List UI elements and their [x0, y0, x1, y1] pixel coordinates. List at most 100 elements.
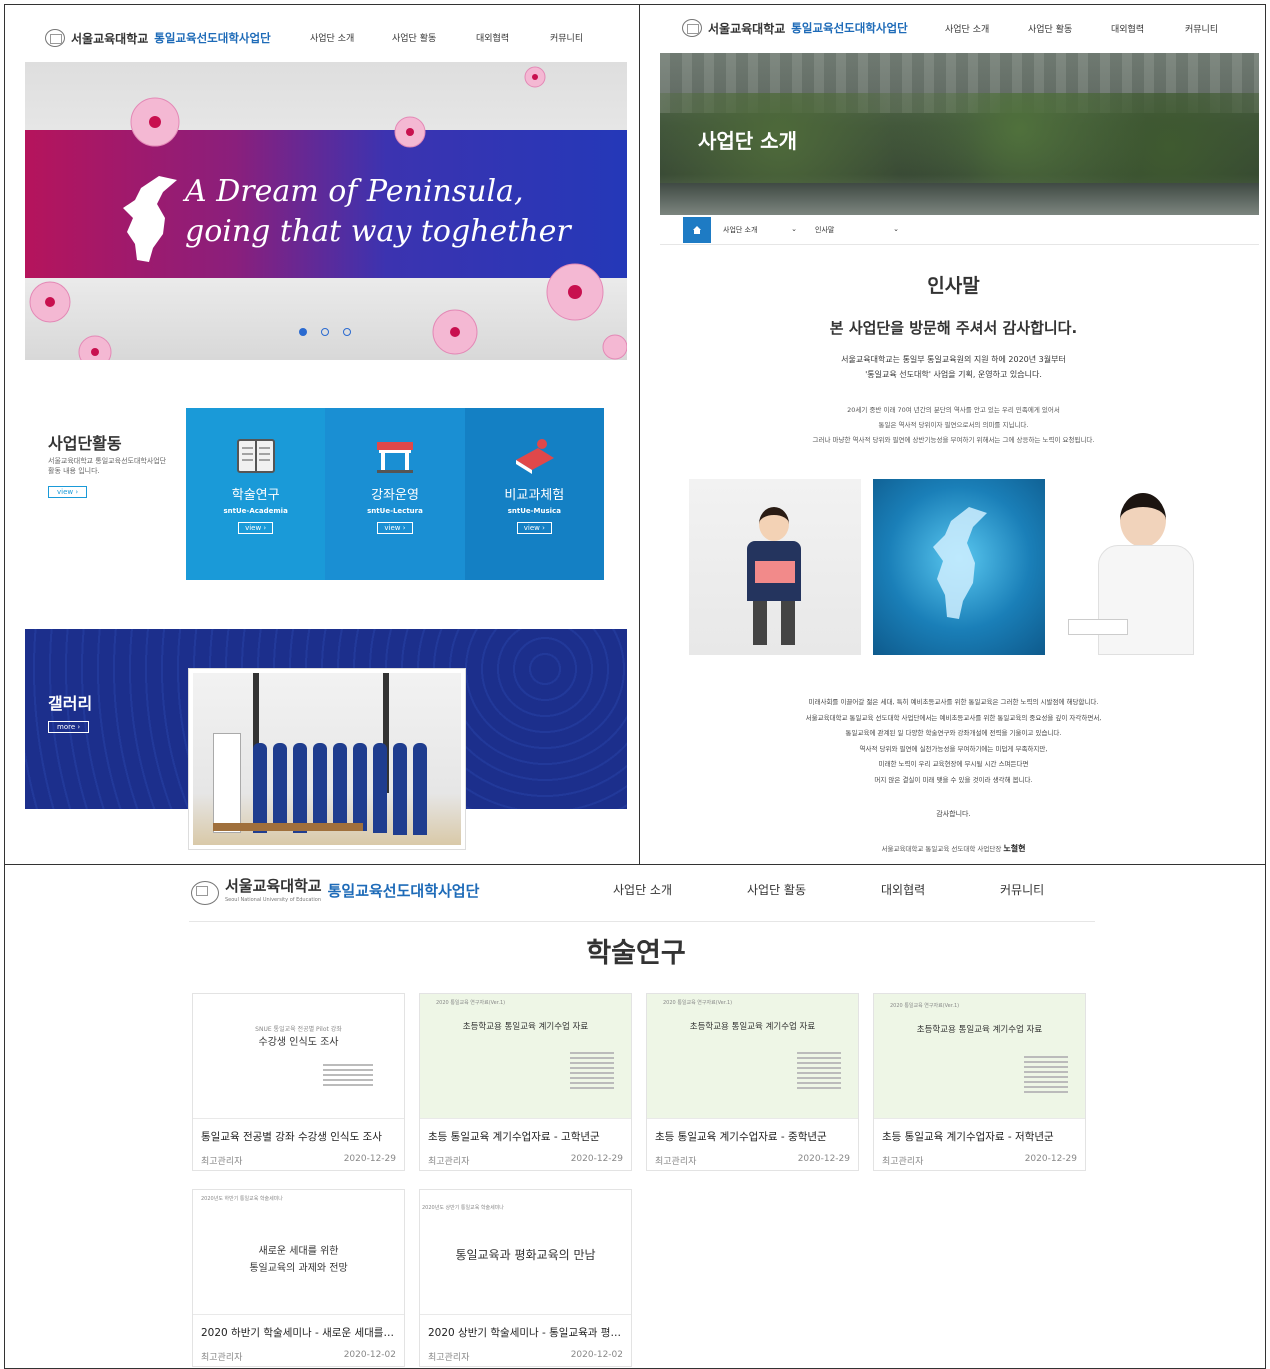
- page-subheading: 본 사업단을 방문해 주셔서 감사합니다.: [829, 319, 1078, 337]
- main-nav: 사업단 소개 사업단 활동 대외협력 커뮤니티: [945, 22, 1218, 35]
- thumb-caption: 2020 통일교육 연구자료(Ver.1): [436, 1000, 506, 1006]
- hero-slogan-line1: A Dream of Peninsula,: [185, 174, 524, 209]
- thumb-title-line2: 통일교육의 과제와 전망: [249, 1263, 348, 1274]
- academic-screenshot: 서울교육대학교 Seoul National University of Edu…: [4, 864, 1266, 1369]
- tile-experience-view-label: view: [523, 524, 540, 532]
- nav-item-activity[interactable]: 사업단 활동: [747, 881, 881, 898]
- gazebo-icon: [376, 442, 413, 473]
- thumb-caption: SNUE 통일교육 전공별 Pilot 강좌: [255, 1026, 342, 1033]
- university-emblem-icon: [682, 19, 702, 37]
- activity-tiles: 학술연구 sntUe-Academia view › 강좌운영 sntUe-Le…: [186, 408, 604, 580]
- message-paragraph: 미래사회를 이끌어갈 젊은 세대, 특히 예비초등교사를 위한 통일교육은 그러…: [640, 695, 1265, 788]
- logo-unit-name: 통일교육선도대학사업단: [327, 881, 480, 900]
- site-logo[interactable]: 서울교육대학교 Seoul National University of Edu…: [191, 879, 479, 907]
- thumb-title: 초등학교용 통일교육 계기수업 자료: [916, 1025, 1043, 1035]
- intro-line1: 서울교육대학교는 통일부 통일교육원의 지원 하에 2020년 3월부터: [841, 355, 1066, 364]
- site-logo[interactable]: 서울교육대학교 통일교육선도대학사업단: [682, 19, 908, 37]
- tile-academic-view-label: view: [245, 524, 262, 532]
- tile-experience[interactable]: 비교과체험 sntUe-Musica view ›: [464, 408, 604, 580]
- tile-lecture[interactable]: 강좌운영 sntUe-Lectura view ›: [325, 408, 465, 580]
- thumb-caption: 2020 통일교육 연구자료(Ver.1): [663, 1000, 733, 1006]
- card-author: 최고관리자: [428, 1353, 470, 1363]
- logo-university-name: 서울교육대학교: [708, 21, 786, 36]
- thumb-author-lines: [797, 1052, 841, 1092]
- photo-woman-with-pen: [1058, 479, 1230, 655]
- gallery-photo[interactable]: [188, 668, 466, 850]
- card-title: 2020 상반기 학술세미나 - 통일교육과 평…: [428, 1327, 621, 1339]
- research-card[interactable]: 2020년도 하반기 통일교육 학술세미나 새로운 세대를 위한 통일교육의 과…: [192, 1189, 405, 1367]
- nav-item-cooperation[interactable]: 대외협력: [476, 31, 550, 44]
- header-divider: [189, 921, 1095, 922]
- gallery-more-button[interactable]: more ›: [48, 721, 90, 733]
- activity-view-button[interactable]: view ›: [48, 486, 88, 498]
- thumb-title: 새로운 세대를 위한: [258, 1246, 339, 1257]
- activity-view-label: view: [57, 488, 74, 496]
- thumb-title: 초등학교용 통일교육 계기수업 자료: [462, 1022, 589, 1032]
- nav-item-about[interactable]: 사업단 소개: [613, 881, 747, 898]
- card-thumbnail: 2020 통일교육 연구자료(Ver.1) 초등학교용 통일교육 계기수업 자료: [874, 994, 1085, 1119]
- signature-title: 서울교육대학교 통일교육 선도대학 사업단장: [881, 845, 1002, 853]
- thumb-title: 통일교육과 평화교육의 만남: [455, 1248, 596, 1262]
- nav-item-about[interactable]: 사업단 소개: [310, 31, 392, 44]
- research-card[interactable]: SNUE 통일교육 전공별 Pilot 강좌 수강생 인식도 조사 통일교육 전…: [192, 993, 405, 1171]
- nav-item-community[interactable]: 커뮤니티: [1000, 881, 1044, 898]
- card-author: 최고관리자: [428, 1157, 470, 1167]
- banner-title: 사업단 소개: [698, 129, 797, 153]
- breadcrumb: 사업단 소개 ⌄ 인사말 ⌄: [683, 217, 903, 243]
- slider-dot-1[interactable]: [299, 328, 307, 336]
- nav-item-community[interactable]: 커뮤니티: [550, 31, 583, 44]
- slider-dot-2[interactable]: [321, 328, 329, 336]
- main-nav: 사업단 소개 사업단 활동 대외협력 커뮤니티: [310, 31, 583, 44]
- page-title: 학술연구: [586, 938, 686, 969]
- activity-section-title: 사업단활동: [48, 434, 122, 453]
- book-icon: [236, 439, 275, 473]
- thumb-title: 수강생 인식도 조사: [258, 1037, 339, 1048]
- card-thumbnail: SNUE 통일교육 전공별 Pilot 강좌 수강생 인식도 조사: [193, 994, 404, 1119]
- breadcrumb-select-section[interactable]: 사업단 소개 ⌄: [711, 225, 803, 235]
- card-title: 2020 하반기 학술세미나 - 새로운 세대를…: [201, 1327, 394, 1339]
- nav-item-community[interactable]: 커뮤니티: [1185, 22, 1218, 35]
- message-line4: 역사적 당위와 필연에 실천가능성을 부여하기에는 미덥게 부족하지만,: [859, 744, 1048, 753]
- university-emblem-icon: [45, 29, 65, 47]
- logo-unit-name: 통일교육선도대학사업단: [154, 31, 271, 45]
- research-card[interactable]: 2020년도 상반기 통일교육 학술세미나 통일교육과 평화교육의 만남 202…: [419, 1189, 632, 1367]
- signature-name: 노철현: [1003, 844, 1026, 853]
- tile-experience-view-button[interactable]: view ›: [516, 522, 552, 534]
- history-line2: 통일은 역사적 당위이자 필연으로서의 의미를 지닙니다.: [878, 421, 1029, 429]
- history-line3: 그러나 마냥한 역사적 당위와 필연에 상반기능성을 부여하기 위해서는 그에 …: [812, 436, 1095, 444]
- tile-lecture-title: 강좌운영: [371, 488, 419, 503]
- message-line1: 미래사회를 이끌어갈 젊은 세대, 특히 예비초등교사를 위한 통일교육은 그러…: [808, 698, 1099, 706]
- korean-peninsula-icon: [123, 176, 177, 262]
- thumb-caption: 2020년도 상반기 통일교육 학술세미나: [422, 1205, 504, 1211]
- home-button[interactable]: [683, 217, 711, 243]
- tile-academic[interactable]: 학술연구 sntUe-Academia view ›: [186, 408, 326, 580]
- research-card[interactable]: 2020 통일교육 연구자료(Ver.1) 초등학교용 통일교육 계기수업 자료…: [873, 993, 1086, 1171]
- gallery-more-label: more: [57, 723, 76, 731]
- nav-item-cooperation[interactable]: 대외협력: [881, 881, 1000, 898]
- site-logo[interactable]: 서울교육대학교 통일교육선도대학사업단: [45, 29, 271, 47]
- main-nav: 사업단 소개 사업단 활동 대외협력 커뮤니티: [613, 881, 1044, 898]
- tile-lecture-sub: sntUe-Lectura: [367, 507, 423, 515]
- photo-korean-peninsula-lights: [873, 479, 1045, 655]
- tile-experience-title: 비교과체험: [504, 488, 565, 503]
- breadcrumb-select-page[interactable]: 인사말 ⌄: [803, 225, 903, 235]
- thumb-caption: 2020년도 하반기 통일교육 학술세미나: [201, 1196, 283, 1202]
- research-card[interactable]: 2020 통일교육 연구자료(Ver.1) 초등학교용 통일교육 계기수업 자료…: [419, 993, 632, 1171]
- slider-dot-3[interactable]: [343, 328, 351, 336]
- hero-slogan: A Dream of Peninsula, going that way tog…: [185, 172, 571, 252]
- research-card[interactable]: 2020 통일교육 연구자료(Ver.1) 초등학교용 통일교육 계기수업 자료…: [646, 993, 859, 1171]
- card-date: 2020-12-29: [797, 1154, 850, 1164]
- breadcrumb-divider: [660, 244, 1259, 245]
- tile-lecture-view-button[interactable]: view ›: [377, 522, 413, 534]
- nav-item-about[interactable]: 사업단 소개: [945, 22, 1028, 35]
- thumb-author-lines: [323, 1064, 373, 1089]
- hero-slogan-line2: going that way toghether: [185, 214, 571, 249]
- nav-item-activity[interactable]: 사업단 활동: [392, 31, 476, 44]
- card-title: 통일교육 전공별 강좌 수강생 인식도 조사: [201, 1131, 382, 1143]
- logo-university-name: 서울교육대학교: [71, 31, 149, 46]
- tile-academic-view-button[interactable]: view ›: [238, 522, 274, 534]
- card-date: 2020-12-02: [343, 1350, 396, 1360]
- card-thumbnail: 2020년도 하반기 통일교육 학술세미나 새로운 세대를 위한 통일교육의 과…: [193, 1190, 404, 1315]
- nav-item-activity[interactable]: 사업단 활동: [1028, 22, 1111, 35]
- nav-item-cooperation[interactable]: 대외협력: [1111, 22, 1185, 35]
